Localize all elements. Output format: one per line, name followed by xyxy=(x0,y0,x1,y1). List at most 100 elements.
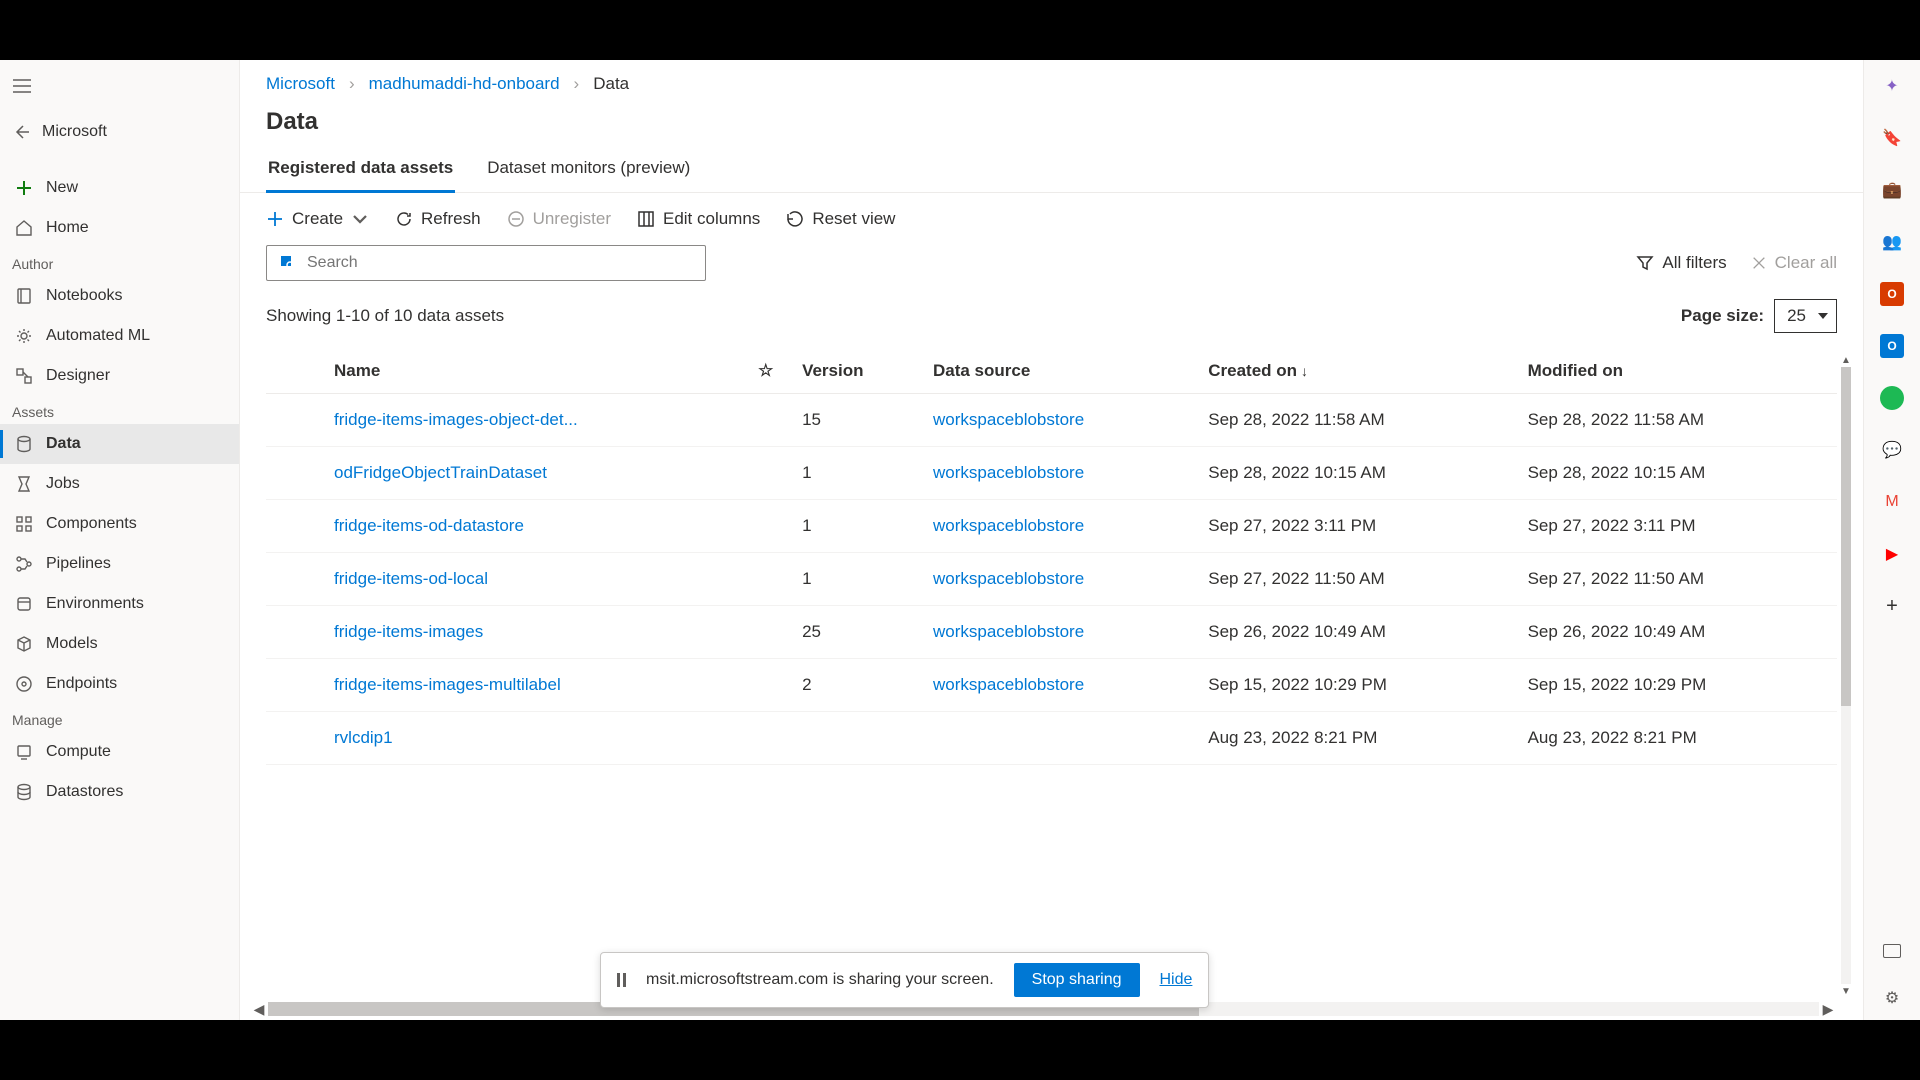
scroll-left-icon[interactable]: ◀ xyxy=(250,1000,268,1018)
favorite-toggle[interactable] xyxy=(748,606,792,659)
reset-view-button[interactable]: Reset view xyxy=(786,209,895,229)
hide-button[interactable]: Hide xyxy=(1160,971,1193,989)
asset-created: Sep 15, 2022 10:29 PM xyxy=(1198,659,1517,712)
asset-created: Sep 27, 2022 11:50 AM xyxy=(1198,553,1517,606)
workspace-label: Microsoft xyxy=(42,123,107,141)
messenger-icon[interactable]: 💬 xyxy=(1880,438,1904,462)
settings-icon[interactable]: ⚙ xyxy=(1880,986,1904,1010)
asset-created: Sep 28, 2022 11:58 AM xyxy=(1198,394,1517,447)
tag-icon[interactable]: 🔖 xyxy=(1880,126,1904,150)
asset-name-link[interactable]: rvlcdip1 xyxy=(324,712,748,765)
asset-name-link[interactable]: fridge-items-images-multilabel xyxy=(324,659,748,712)
office-icon[interactable]: O xyxy=(1880,282,1904,306)
asset-source[interactable]: workspaceblobstore xyxy=(923,659,1198,712)
sidebar-item-datastores[interactable]: Datastores xyxy=(0,772,239,812)
scroll-right-icon[interactable]: ▶ xyxy=(1819,1000,1837,1018)
table-row[interactable]: fridge-items-images-multilabel 2workspace… xyxy=(266,659,1837,712)
asset-source[interactable]: workspaceblobstore xyxy=(923,606,1198,659)
column-modified-on[interactable]: Modified on xyxy=(1518,349,1837,394)
sidebar-item-pipelines[interactable]: Pipelines xyxy=(0,544,239,584)
search-input-wrapper[interactable] xyxy=(266,245,706,281)
favorite-toggle[interactable] xyxy=(748,394,792,447)
column-select[interactable] xyxy=(266,349,324,394)
asset-source[interactable]: workspaceblobstore xyxy=(923,553,1198,606)
sidebar-item-label: Components xyxy=(46,515,137,533)
youtube-icon[interactable]: ▶ xyxy=(1880,542,1904,566)
row-checkbox[interactable] xyxy=(266,447,324,500)
create-button[interactable]: Create xyxy=(266,209,369,229)
asset-name-link[interactable]: fridge-items-images-object-det... xyxy=(324,394,748,447)
row-checkbox[interactable] xyxy=(266,394,324,447)
tab-dataset-monitors[interactable]: Dataset monitors (preview) xyxy=(485,146,692,192)
sidebar-item-endpoints[interactable]: Endpoints xyxy=(0,664,239,704)
panel-icon[interactable] xyxy=(1883,944,1901,958)
people-icon[interactable]: 👥 xyxy=(1880,230,1904,254)
vertical-scrollbar[interactable]: ▲ ▼ xyxy=(1839,353,1853,998)
add-app-icon[interactable]: + xyxy=(1880,594,1904,618)
row-checkbox[interactable] xyxy=(266,606,324,659)
row-checkbox[interactable] xyxy=(266,553,324,606)
asset-source[interactable]: workspaceblobstore xyxy=(923,447,1198,500)
asset-created: Sep 26, 2022 10:49 AM xyxy=(1198,606,1517,659)
sidebar-item-label: Environments xyxy=(46,595,144,613)
table-row[interactable]: fridge-items-images25workspaceblobstoreS… xyxy=(266,606,1837,659)
sidebar-item-components[interactable]: Components xyxy=(0,504,239,544)
breadcrumb-workspace[interactable]: madhumaddi-hd-onboard xyxy=(369,74,560,94)
favorite-toggle[interactable] xyxy=(748,712,792,765)
table-row[interactable]: fridge-items-images-object-det...15works… xyxy=(266,394,1837,447)
scroll-up-icon[interactable]: ▲ xyxy=(1839,353,1853,367)
column-favorite[interactable]: ☆ xyxy=(748,349,792,394)
spotify-icon[interactable] xyxy=(1880,386,1904,410)
asset-source[interactable]: workspaceblobstore xyxy=(923,500,1198,553)
sidebar-item-automl[interactable]: Automated ML xyxy=(0,316,239,356)
column-version[interactable]: Version xyxy=(792,349,923,394)
breadcrumb-root[interactable]: Microsoft xyxy=(266,74,335,94)
sidebar-item-environments[interactable]: Environments xyxy=(0,584,239,624)
favorite-toggle[interactable] xyxy=(748,553,792,606)
sidebar-item-compute[interactable]: Compute xyxy=(0,732,239,772)
sidebar-item-notebooks[interactable]: Notebooks xyxy=(0,276,239,316)
table-row[interactable]: fridge-items-od-local1workspaceblobstore… xyxy=(266,553,1837,606)
all-filters-button[interactable]: All filters xyxy=(1636,253,1726,273)
favorite-toggle[interactable] xyxy=(748,659,792,712)
asset-name-link[interactable]: fridge-items-od-local xyxy=(324,553,748,606)
tab-registered-data-assets[interactable]: Registered data assets xyxy=(266,146,455,192)
sidebar-item-data[interactable]: Data xyxy=(0,424,239,464)
sidebar-item-home[interactable]: Home xyxy=(0,208,239,248)
column-created-on[interactable]: Created on↓ xyxy=(1198,349,1517,394)
copilot-icon[interactable]: ✦ xyxy=(1880,74,1904,98)
edit-columns-button[interactable]: Edit columns xyxy=(637,209,760,229)
column-name[interactable]: Name xyxy=(324,349,748,394)
sidebar-item-models[interactable]: Models xyxy=(0,624,239,664)
gmail-icon[interactable]: M xyxy=(1880,490,1904,514)
refresh-button[interactable]: Refresh xyxy=(395,209,481,229)
briefcase-icon[interactable]: 💼 xyxy=(1880,178,1904,202)
asset-name-link[interactable]: fridge-items-images xyxy=(324,606,748,659)
scroll-down-icon[interactable]: ▼ xyxy=(1839,984,1853,998)
sidebar-item-jobs[interactable]: Jobs xyxy=(0,464,239,504)
asset-version: 2 xyxy=(792,659,923,712)
column-data-source[interactable]: Data source xyxy=(923,349,1198,394)
asset-source[interactable]: workspaceblobstore xyxy=(923,394,1198,447)
page-size-select[interactable]: 25 xyxy=(1774,299,1837,333)
asset-name-link[interactable]: fridge-items-od-datastore xyxy=(324,500,748,553)
outlook-icon[interactable]: O xyxy=(1880,334,1904,358)
favorite-toggle[interactable] xyxy=(748,500,792,553)
table-row[interactable]: odFridgeObjectTrainDataset1workspaceblob… xyxy=(266,447,1837,500)
row-checkbox[interactable] xyxy=(266,500,324,553)
button-label: Clear all xyxy=(1775,253,1837,273)
hamburger-menu-icon[interactable] xyxy=(6,70,38,102)
table-row[interactable]: rvlcdip1Aug 23, 2022 8:21 PMAug 23, 2022… xyxy=(266,712,1837,765)
sidebar-item-designer[interactable]: Designer xyxy=(0,356,239,396)
row-checkbox[interactable] xyxy=(266,659,324,712)
row-checkbox[interactable] xyxy=(266,712,324,765)
asset-source[interactable] xyxy=(923,712,1198,765)
search-input[interactable] xyxy=(307,254,693,272)
stop-sharing-button[interactable]: Stop sharing xyxy=(1014,963,1140,997)
asset-modified: Sep 28, 2022 10:15 AM xyxy=(1518,447,1837,500)
table-row[interactable]: fridge-items-od-datastore1workspaceblobs… xyxy=(266,500,1837,553)
favorite-toggle[interactable] xyxy=(748,447,792,500)
asset-name-link[interactable]: odFridgeObjectTrainDataset xyxy=(324,447,748,500)
sidebar-item-new[interactable]: New xyxy=(0,168,239,208)
workspace-back[interactable]: Microsoft xyxy=(0,112,239,152)
